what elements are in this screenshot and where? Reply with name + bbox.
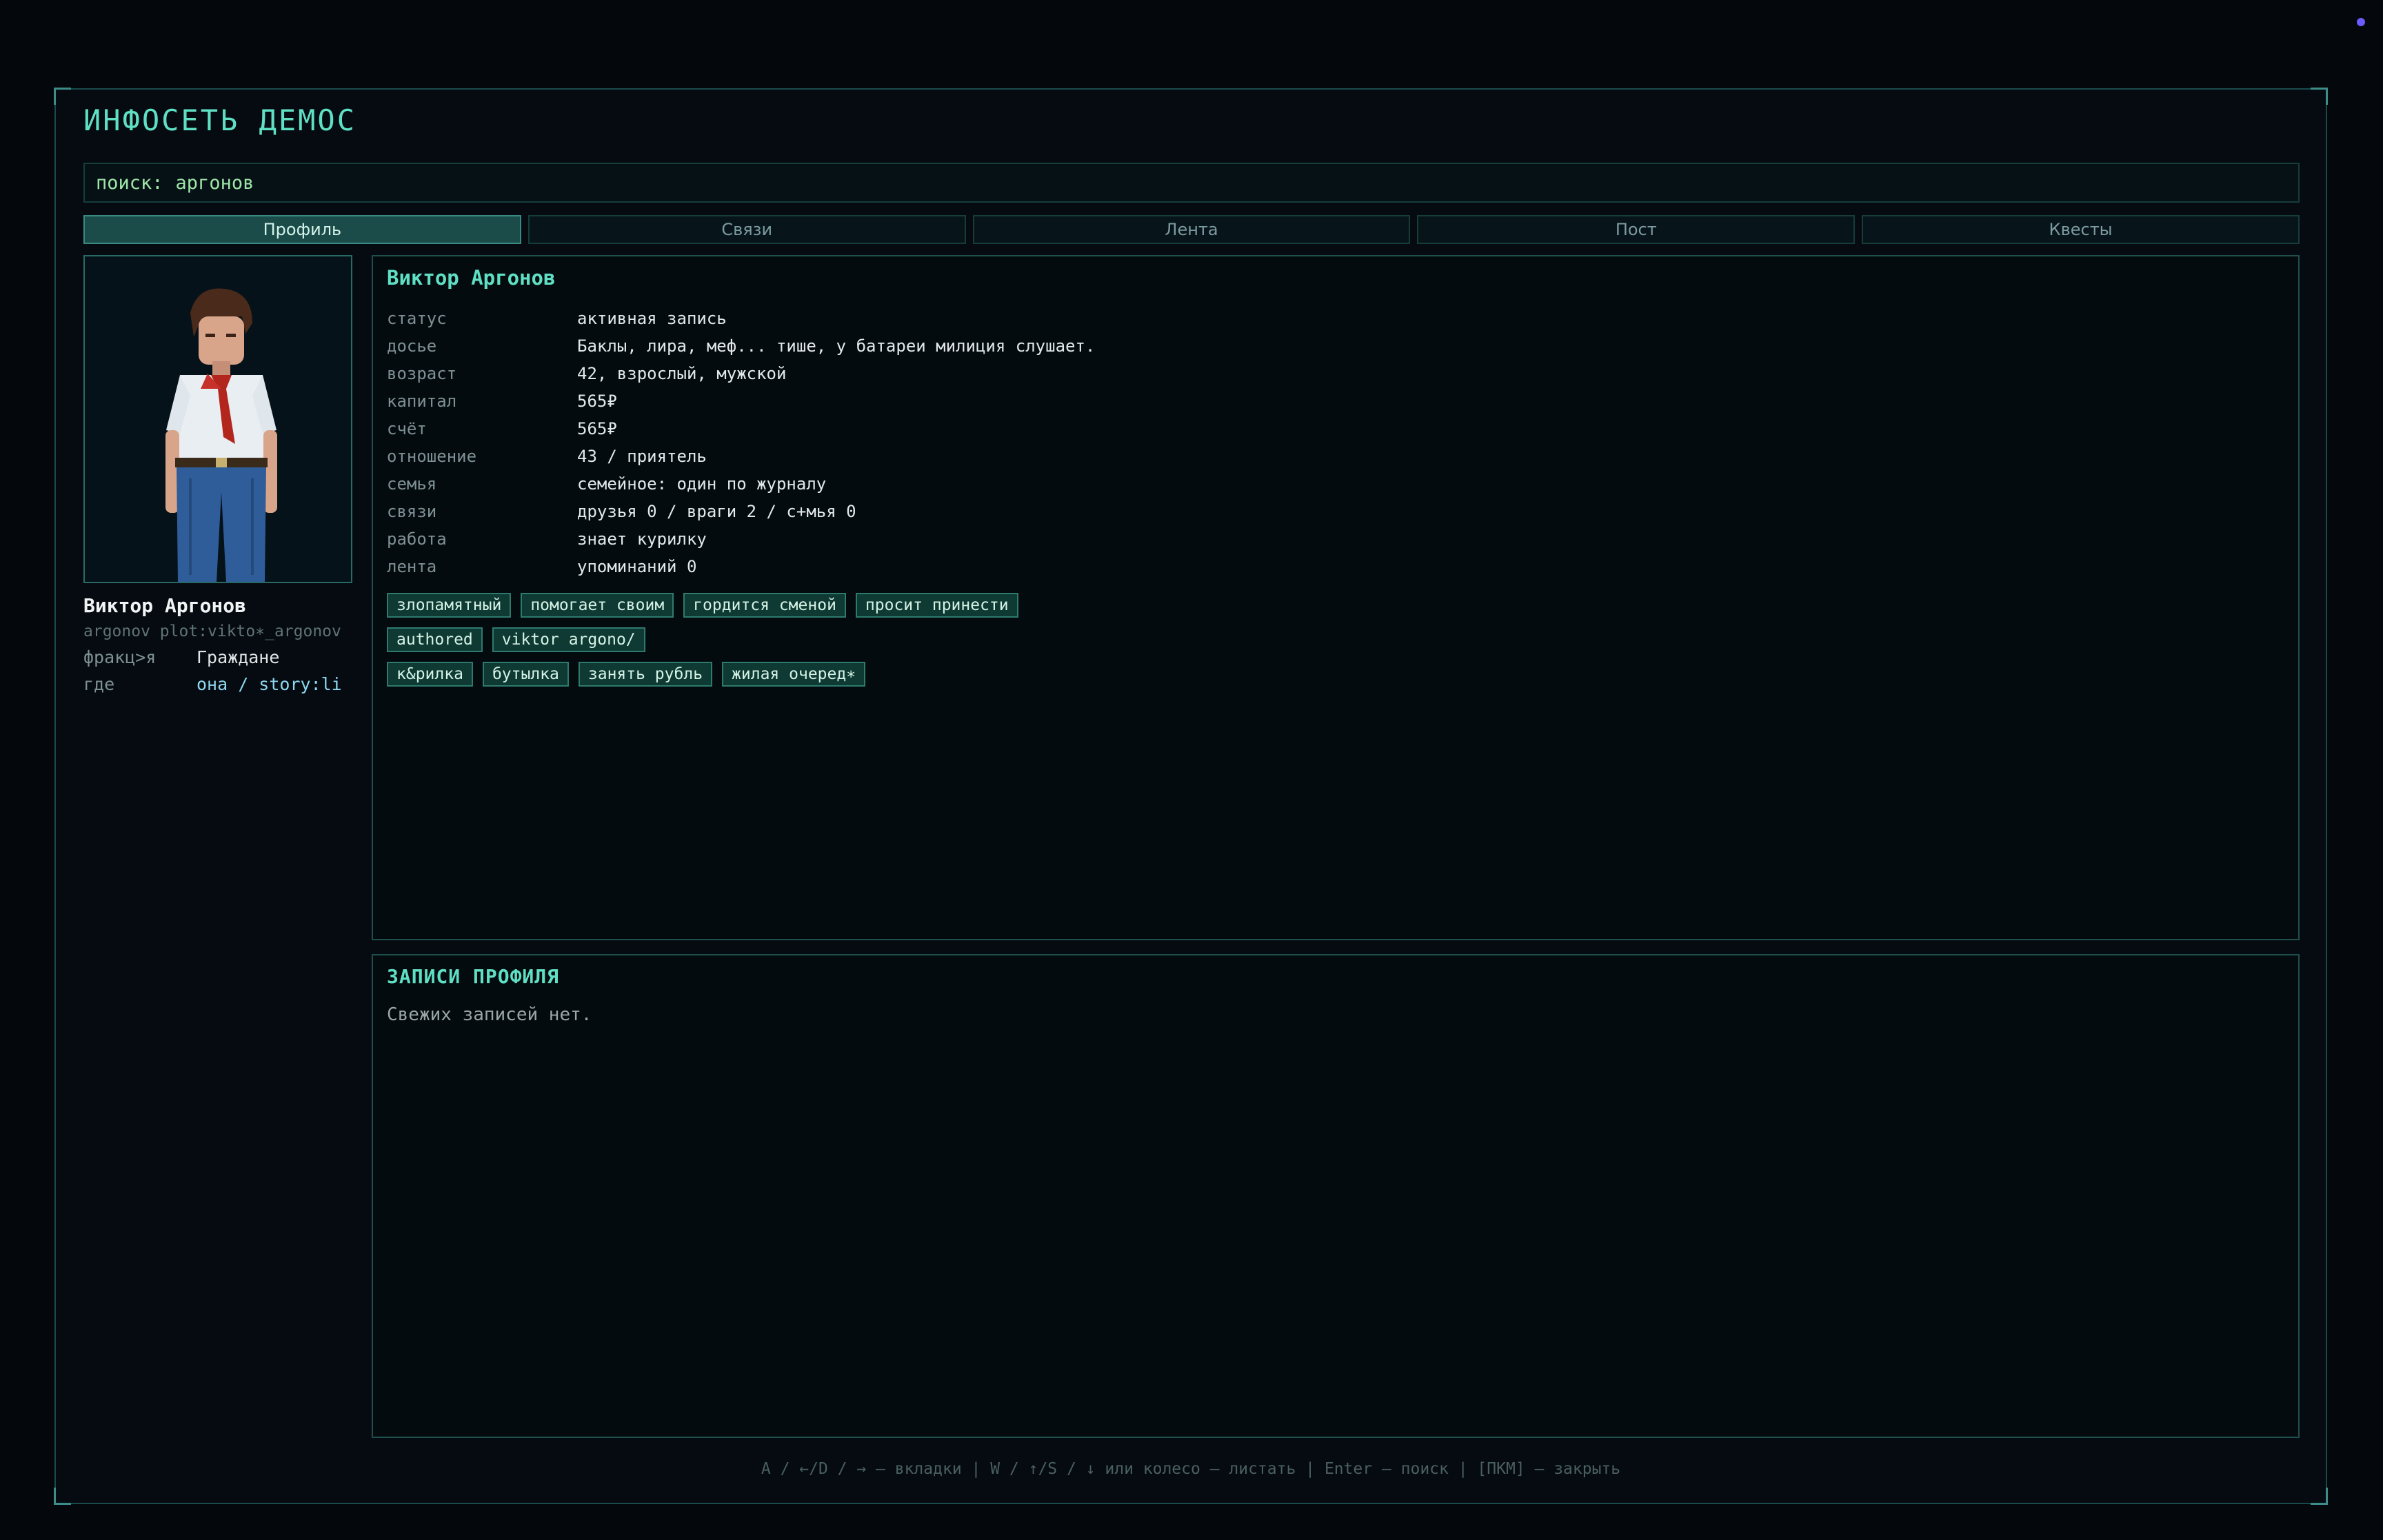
tab-post[interactable]: Пост (1417, 215, 1856, 244)
search-value[interactable]: аргонов (176, 172, 254, 194)
trait-tag[interactable]: гордится сменой (683, 593, 846, 618)
field-label: лента (387, 557, 437, 576)
field-value: знает курилку (577, 529, 707, 549)
profile-fields: статус активная запись досье Баклы, лира, … (387, 305, 2284, 580)
controls-hint: A / ←/D / → — вкладки | W / ↑/S / ↓ или … (761, 1460, 1621, 1478)
infonet-window: ИНФОСЕТЬ ДЕМОС поиск: аргонов Профиль Св… (54, 88, 2328, 1505)
field-label: капитал (387, 392, 457, 411)
trait-tag[interactable]: жилая очеред∗ (722, 662, 866, 687)
tag-row: authored viktor argono/ (387, 627, 2284, 652)
field-label: досье (387, 336, 437, 356)
trait-tag[interactable]: viktor argono/ (492, 627, 645, 652)
field-label: отношение (387, 447, 477, 466)
field-row: капитал 565₽ (387, 387, 2284, 415)
tab-profile[interactable]: Профиль (83, 215, 521, 244)
field-value: друзья 0 / враги 2 / с+мья 0 (577, 502, 856, 521)
tag-row: к&рилка бутылка занять рубль жилая очере… (387, 662, 2284, 687)
field-label: счёт (387, 419, 427, 438)
status-dot (2357, 18, 2365, 26)
character-name: Виктор Аргонов (83, 594, 247, 617)
corner-decoration (2311, 88, 2328, 105)
notes-empty-message: Свежих записей нет. (387, 1004, 592, 1025)
field-row: досье Баклы, лира, меф... тише, у батареи… (387, 332, 2284, 360)
profile-details-panel: Виктор Аргонов статус активная запись дос… (372, 255, 2300, 940)
location-row: где она / story:li (83, 674, 352, 694)
tag-row: злопамятный помогает своим гордится смен… (387, 593, 2284, 618)
field-label: работа (387, 529, 447, 549)
corner-decoration (2311, 1488, 2328, 1505)
profile-name: Виктор Аргонов (387, 266, 556, 290)
field-value: 565₽ (577, 392, 617, 411)
notes-title: ЗАПИСИ ПРОФИЛЯ (387, 965, 560, 988)
field-label: связи (387, 502, 437, 521)
corner-decoration (54, 88, 71, 105)
app-title: ИНФОСЕТЬ ДЕМОС (83, 103, 357, 137)
field-value: Баклы, лира, меф... тише, у батареи мили… (577, 336, 1096, 356)
field-row: счёт 565₽ (387, 415, 2284, 443)
faction-value: Граждане (197, 647, 280, 667)
tab-feed[interactable]: Лента (972, 215, 1411, 244)
profile-notes-panel: ЗАПИСИ ПРОФИЛЯ Свежих записей нет. (372, 954, 2300, 1438)
field-row: связи друзья 0 / враги 2 / с+мья 0 (387, 498, 2284, 525)
field-value: семейное: один по журналу (577, 474, 827, 494)
field-label: возраст (387, 364, 457, 383)
tab-bar: Профиль Связи Лента Пост Квесты (83, 215, 2300, 244)
trait-tag[interactable]: к&рилка (387, 662, 473, 687)
field-value: 43 / приятель (577, 447, 707, 466)
character-sprite (165, 288, 277, 582)
faction-row: фракц>я Граждане (83, 647, 352, 667)
tab-connections[interactable]: Связи (527, 215, 966, 244)
tab-quests[interactable]: Квесты (1862, 215, 2300, 244)
character-id: argonov plot:vikto∗_argonov (83, 622, 341, 640)
location-link[interactable]: она / story:li (197, 674, 342, 694)
faction-label: фракц>я (83, 647, 157, 667)
field-value: упоминаний 0 (577, 557, 697, 576)
profile-sidebar: Виктор Аргонов argonov plot:vikto∗_argon… (83, 255, 352, 694)
search-label: поиск: (96, 172, 163, 194)
trait-tag[interactable]: занять рубль (578, 662, 713, 687)
trait-tag[interactable]: бутылка (482, 662, 569, 687)
field-row: работа знает курилку (387, 525, 2284, 553)
field-row: лента упоминаний 0 (387, 553, 2284, 580)
field-label: статус (387, 309, 447, 328)
trait-tags: злопамятный помогает своим гордится смен… (387, 593, 2284, 687)
trait-tag[interactable]: просит принести (855, 593, 1018, 618)
field-row: семья семейное: один по журналу (387, 470, 2284, 498)
field-row: возраст 42, взрослый, мужской (387, 360, 2284, 387)
field-label: семья (387, 474, 437, 494)
location-label: где (83, 674, 115, 694)
search-input[interactable]: поиск: аргонов (83, 163, 2300, 203)
field-value: 42, взрослый, мужской (577, 364, 787, 383)
field-row: статус активная запись (387, 305, 2284, 332)
corner-decoration (54, 1488, 71, 1505)
field-value: активная запись (577, 309, 727, 328)
trait-tag[interactable]: authored (387, 627, 483, 652)
field-value: 565₽ (577, 419, 617, 438)
character-portrait (83, 255, 352, 583)
trait-tag[interactable]: злопамятный (387, 593, 512, 618)
trait-tag[interactable]: помогает своим (521, 593, 674, 618)
field-row: отношение 43 / приятель (387, 443, 2284, 470)
